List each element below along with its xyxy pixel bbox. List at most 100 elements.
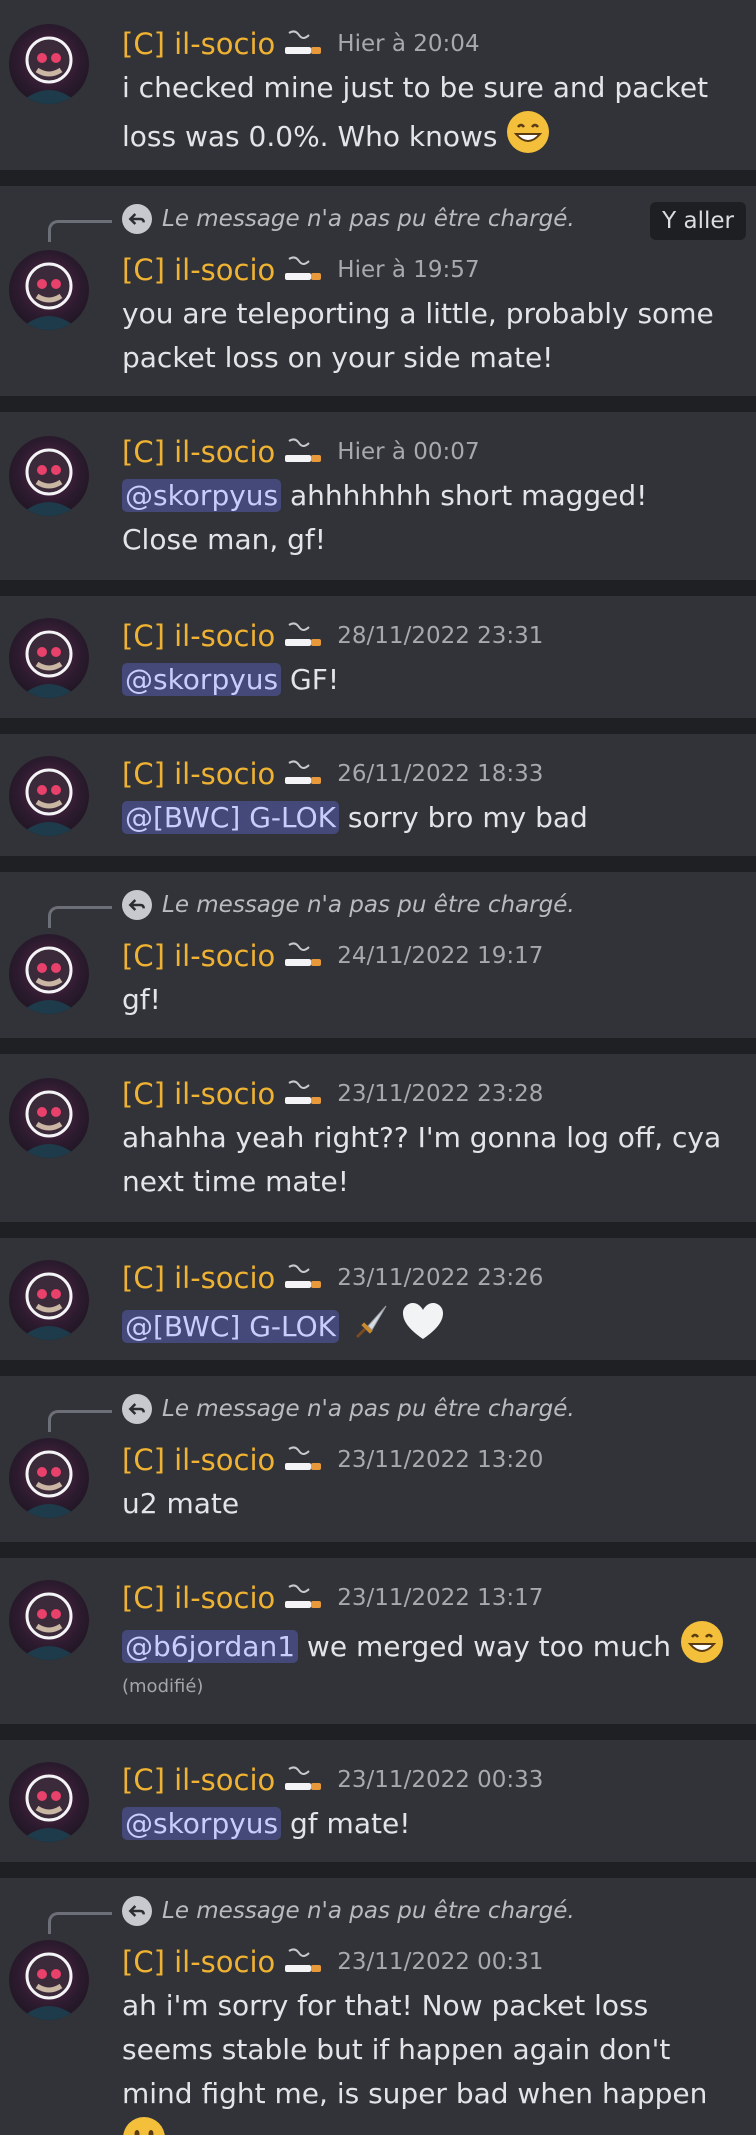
- reply-icon[interactable]: [122, 1896, 152, 1926]
- grinning-emoji-icon: [507, 111, 550, 153]
- avatar[interactable]: [9, 436, 89, 516]
- edited-label: (modifié): [122, 1676, 204, 1697]
- user-mention[interactable]: @skorpyus: [122, 479, 282, 512]
- message[interactable]: Le message n'a pas pu être chargé. [C] i…: [0, 872, 756, 1038]
- cigarette-icon: [285, 760, 322, 784]
- author-name[interactable]: [C] il-socio: [122, 1581, 275, 1615]
- reply-connector: [48, 220, 112, 242]
- message-content: u2 mate: [122, 1487, 240, 1520]
- user-mention[interactable]: @b6jordan1: [122, 1630, 299, 1663]
- timestamp[interactable]: Hier à 20:04: [337, 31, 479, 57]
- message[interactable]: [C] il-socio 23/11/2022 23:26 @[BWC] G-L…: [0, 1238, 756, 1360]
- timestamp[interactable]: 23/11/2022 00:33: [337, 1767, 543, 1793]
- author-name[interactable]: [C] il-socio: [122, 939, 275, 973]
- cigarette-icon: [285, 1766, 322, 1790]
- reply-icon[interactable]: [122, 890, 152, 920]
- reply-preview[interactable]: Le message n'a pas pu être chargé.: [162, 1396, 575, 1422]
- reply-icon[interactable]: [122, 204, 152, 234]
- timestamp[interactable]: Hier à 00:07: [337, 439, 479, 465]
- cigarette-icon: [285, 1446, 322, 1470]
- author-name[interactable]: [C] il-socio: [122, 757, 275, 791]
- cigarette-icon: [285, 1264, 322, 1288]
- message-header: [C] il-socio 23/11/2022 13:17: [122, 1578, 543, 1618]
- cigarette-icon: [285, 1080, 322, 1104]
- avatar[interactable]: [9, 1762, 89, 1842]
- author-name[interactable]: [C] il-socio: [122, 253, 275, 287]
- reply-connector: [48, 1912, 112, 1934]
- avatar[interactable]: [9, 1580, 89, 1660]
- message-content: @[BWC] G-LOK sorry bro my bad: [122, 796, 732, 840]
- message-header: [C] il-socio 23/11/2022 23:26: [122, 1258, 543, 1298]
- avatar[interactable]: [9, 1078, 89, 1158]
- message[interactable]: [C] il-socio 28/11/2022 23:31 @skorpyus …: [0, 596, 756, 718]
- avatar[interactable]: [9, 756, 89, 836]
- frowning-emoji-icon: [123, 2117, 165, 2135]
- message-header: [C] il-socio Hier à 20:04: [122, 24, 480, 64]
- message-content: @b6jordan1 we merged way too much: [122, 1620, 732, 1669]
- author-name[interactable]: [C] il-socio: [122, 1945, 275, 1979]
- author-name[interactable]: [C] il-socio: [122, 1443, 275, 1477]
- avatar[interactable]: [9, 1260, 89, 1340]
- avatar[interactable]: [9, 618, 89, 698]
- grinning-emoji-icon: [680, 1621, 723, 1663]
- reply-preview[interactable]: Le message n'a pas pu être chargé.: [162, 892, 575, 918]
- message-header: [C] il-socio 23/11/2022 13:20: [122, 1440, 543, 1480]
- message-header: [C] il-socio Hier à 00:07: [122, 432, 480, 472]
- message[interactable]: [C] il-socio 23/11/2022 23:28 ahahha yea…: [0, 1054, 756, 1222]
- message-content: @[BWC] G-LOK: [122, 1300, 732, 1349]
- timestamp[interactable]: 23/11/2022 13:17: [337, 1585, 543, 1611]
- avatar[interactable]: [9, 24, 89, 104]
- timestamp[interactable]: 24/11/2022 19:17: [337, 943, 543, 969]
- message[interactable]: Le message n'a pas pu être chargé. Y all…: [0, 186, 756, 396]
- timestamp[interactable]: 23/11/2022 13:20: [337, 1447, 543, 1473]
- message-content: gf!: [122, 983, 161, 1016]
- message[interactable]: Le message n'a pas pu être chargé. [C] i…: [0, 1376, 756, 1542]
- timestamp[interactable]: 23/11/2022 23:26: [337, 1265, 543, 1291]
- message[interactable]: [C] il-socio Hier à 20:04 i checked mine…: [0, 0, 756, 170]
- author-name[interactable]: [C] il-socio: [122, 27, 275, 61]
- author-name[interactable]: [C] il-socio: [122, 1763, 275, 1797]
- timestamp[interactable]: Hier à 19:57: [337, 257, 479, 283]
- user-mention[interactable]: @[BWC] G-LOK: [122, 1310, 339, 1343]
- cigarette-icon: [285, 30, 322, 54]
- reply-preview[interactable]: Le message n'a pas pu être chargé.: [162, 206, 575, 232]
- message-header: [C] il-socio 23/11/2022 23:28: [122, 1074, 543, 1114]
- author-name[interactable]: [C] il-socio: [122, 1261, 275, 1295]
- author-name[interactable]: [C] il-socio: [122, 1077, 275, 1111]
- author-name[interactable]: [C] il-socio: [122, 435, 275, 469]
- user-mention[interactable]: @[BWC] G-LOK: [122, 801, 339, 834]
- avatar[interactable]: [9, 934, 89, 1014]
- timestamp[interactable]: 23/11/2022 00:31: [337, 1949, 543, 1975]
- user-mention[interactable]: @skorpyus: [122, 663, 282, 696]
- message[interactable]: [C] il-socio 23/11/2022 13:17 @b6jordan1…: [0, 1558, 756, 1724]
- message[interactable]: [C] il-socio 26/11/2022 18:33 @[BWC] G-L…: [0, 734, 756, 856]
- cigarette-icon: [285, 942, 322, 966]
- timestamp[interactable]: 23/11/2022 23:28: [337, 1081, 543, 1107]
- message[interactable]: [C] il-socio 23/11/2022 00:33 @skorpyus …: [0, 1740, 756, 1862]
- cigarette-icon: [285, 1584, 322, 1608]
- message-header: [C] il-socio Hier à 19:57: [122, 250, 480, 290]
- message-header: [C] il-socio 24/11/2022 19:17: [122, 936, 543, 976]
- message-header: [C] il-socio 28/11/2022 23:31: [122, 616, 543, 656]
- reply-connector: [48, 1410, 112, 1432]
- message-content: you are teleporting a little, probably s…: [122, 297, 714, 374]
- message[interactable]: [C] il-socio Hier à 00:07 @skorpyus ahhh…: [0, 412, 756, 580]
- reply-preview[interactable]: Le message n'a pas pu être chargé.: [162, 1898, 575, 1924]
- message[interactable]: Le message n'a pas pu être chargé. [C] i…: [0, 1878, 756, 2135]
- avatar[interactable]: [9, 1438, 89, 1518]
- user-mention[interactable]: @skorpyus: [122, 1807, 282, 1840]
- goto-button[interactable]: Y aller: [650, 202, 746, 240]
- timestamp[interactable]: 28/11/2022 23:31: [337, 623, 543, 649]
- message-header: [C] il-socio 23/11/2022 00:33: [122, 1760, 543, 1800]
- cigarette-icon: [285, 438, 322, 462]
- message-content: @skorpyus ahhhhhhh short magged! Close m…: [122, 479, 648, 556]
- timestamp[interactable]: 26/11/2022 18:33: [337, 761, 543, 787]
- author-name[interactable]: [C] il-socio: [122, 619, 275, 653]
- message-header: [C] il-socio 23/11/2022 00:31: [122, 1942, 543, 1982]
- avatar[interactable]: [9, 250, 89, 330]
- white-heart-emoji-icon: [402, 1303, 443, 1339]
- avatar[interactable]: [9, 1940, 89, 2020]
- reply-icon[interactable]: [122, 1394, 152, 1424]
- message-header: [C] il-socio 26/11/2022 18:33: [122, 754, 543, 794]
- cigarette-icon: [285, 256, 322, 280]
